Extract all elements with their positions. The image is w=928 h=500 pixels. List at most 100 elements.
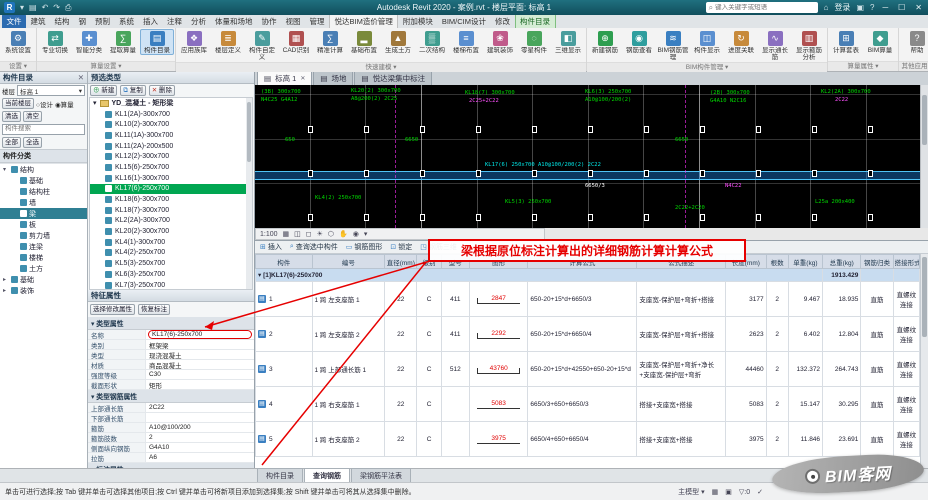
type-item-KL7(3)-250x700[interactable]: KL7(3)-250x700 (90, 280, 252, 290)
new-type-button[interactable]: ⊕ 新建 (90, 85, 117, 96)
ribbon-tool-构件自定义[interactable]: ✎构件自定义 (245, 29, 279, 62)
group-row-label[interactable]: ▾ [1]KL17(6)-250x700 (256, 269, 823, 282)
table-row[interactable]: ▤31 跨 上部通长筋 122C51243760650-20+15*d+4255… (256, 352, 920, 387)
type-item-KL12(2)-300x700[interactable]: KL12(2)-300x700 (90, 151, 252, 162)
property-section-类型钢筋属性[interactable]: ▾ 类型钢筋属性 (88, 390, 254, 403)
query-toolbar-锁定[interactable]: ⊡锁定 (390, 242, 412, 252)
home-icon[interactable]: ⌂ (824, 3, 829, 12)
view-tab-close-icon[interactable]: ✕ (300, 75, 305, 82)
view-control-icon[interactable]: ▦ (283, 230, 290, 238)
help-icon[interactable]: ? (870, 3, 874, 12)
table-row[interactable]: ▤11 跨 左支座筋 122C4112847650-20+15*d+6650/3… (256, 282, 920, 317)
table-row[interactable]: ▤21 跨 左支座筋 222C4112292650-20+15*d+6650/4… (256, 317, 920, 352)
ribbon-tool-钢筋查看[interactable]: ◉钢筋查看 (622, 29, 656, 55)
ribbon-tab-插入[interactable]: 插入 (139, 14, 163, 28)
tree-item-土方[interactable]: 土方 (0, 263, 87, 274)
save-icon[interactable]: ▤ (29, 3, 37, 12)
tree-item-基础[interactable]: 基础 (0, 175, 87, 186)
column-header-钢筋归类[interactable]: 钢筋归类 (861, 255, 893, 269)
property-value-箍筋肢数[interactable]: 2 (146, 434, 254, 441)
query-toolbar-插入[interactable]: ⊞插入 (260, 242, 282, 252)
ribbon-group-label[interactable]: 算量属性 ▾ (828, 61, 898, 71)
status-icon[interactable]: ▣ (725, 488, 732, 496)
property-value-侧面纵向钢筋[interactable]: G4A10 (146, 444, 254, 451)
ribbon-tab-体量和场地[interactable]: 体量和场地 (211, 14, 258, 28)
ribbon-tool-三维显示[interactable]: ◧三维显示 (551, 29, 585, 55)
rebar-table-scrollbar[interactable] (920, 254, 928, 468)
tree-expand-icon[interactable]: ▾ (3, 166, 9, 173)
view-control-icon[interactable]: ☀ (317, 230, 323, 238)
table-row[interactable]: ▤51 跨 右支座筋 222C39756650/4+650+6650/4搭接+支… (256, 422, 920, 457)
clear-selection-button[interactable]: 清选 (2, 111, 21, 122)
ribbon-group-label[interactable]: 其他应用 ▾ (899, 61, 928, 71)
view-tab-场地[interactable]: ▤场地 (313, 70, 353, 85)
status-icon[interactable]: ▦ (712, 488, 719, 496)
component-search-input[interactable] (3, 125, 84, 132)
revit-logo-icon[interactable]: R (4, 2, 15, 13)
ribbon-tab-系统[interactable]: 系统 (115, 14, 139, 28)
apps-store-icon[interactable]: ▣ (856, 3, 864, 12)
ribbon-tool-生成土方[interactable]: ▲生成土方 (381, 29, 415, 55)
ribbon-tool-专业切换[interactable]: ⇄专业切换 (38, 29, 72, 55)
view-control-icon[interactable]: ✋ (339, 230, 348, 238)
ribbon-group-label[interactable]: BIM构件管理 ▾ (587, 62, 827, 72)
column-header-总重(kg)[interactable]: 总重(kg) (823, 255, 861, 269)
type-item-KL11(1A)-300x700[interactable]: KL11(1A)-300x700 (90, 130, 252, 141)
current-level-button[interactable]: 当前楼层 (2, 98, 34, 109)
property-section-类型属性[interactable]: ▾ 类型属性 (88, 317, 254, 330)
ribbon-group-label[interactable]: 算量设置 ▾ (37, 61, 175, 71)
help-search-box[interactable]: ⌕ (706, 2, 818, 13)
property-value-拉筋[interactable]: A6 (146, 454, 254, 461)
column-header-构件[interactable]: 构件 (256, 255, 313, 269)
tree-item-连梁[interactable]: 连梁 (0, 241, 87, 252)
view-control-icon[interactable]: 1:100 (260, 231, 278, 238)
property-value-箍筋[interactable]: A10@100/200 (146, 424, 254, 431)
type-list-scrollbar[interactable] (246, 98, 252, 289)
ribbon-tab-BIM/CIM设计[interactable]: BIM/CIM设计 (437, 14, 490, 28)
ribbon-tool-构件显示[interactable]: ◫构件显示 (690, 29, 724, 55)
property-value-名称[interactable]: KL17(6)-250x700 (148, 330, 252, 339)
ribbon-tool-零星构件[interactable]: ◌零星构件 (517, 29, 551, 55)
restore-annotation-button[interactable]: 恢复标注 (138, 304, 170, 315)
ribbon-group-label[interactable]: 快速建模 ▾ (176, 62, 586, 72)
type-item-KL20(2)-300x700[interactable]: KL20(2)-300x700 (90, 226, 252, 237)
type-item-KL15(6)-250x700[interactable]: KL15(6)-250x700 (90, 162, 252, 173)
ribbon-group-label[interactable]: 设置 ▾ (0, 61, 36, 71)
status-icon[interactable]: ▽:0 (739, 488, 750, 496)
type-item-KL17(6)-250x700[interactable]: KL17(6)-250x700 (90, 184, 252, 195)
tree-item-基础[interactable]: ▸基础 (0, 274, 87, 285)
close-button[interactable]: ✕ (913, 3, 924, 12)
type-item-KL18(6)-300x700[interactable]: KL18(6)-300x700 (90, 194, 252, 205)
tree-item-梁[interactable]: 梁 (0, 208, 87, 219)
design-radio[interactable]: ○设计 (36, 99, 53, 109)
tree-item-装饰[interactable]: ▸装饰 (0, 285, 87, 296)
tree-item-板[interactable]: 板 (0, 219, 87, 230)
column-header-单重(kg)[interactable]: 单重(kg) (788, 255, 822, 269)
quantity-radio[interactable]: ◉算量 (55, 99, 74, 109)
component-search-box[interactable] (2, 124, 85, 135)
ribbon-tool-显示箍筋分析[interactable]: ▥显示箍筋分析 (792, 29, 826, 62)
level-select[interactable]: 标高 1 ▾ (17, 85, 85, 96)
ribbon-tab-预制[interactable]: 预制 (91, 14, 115, 28)
view-control-icon[interactable]: ◻ (306, 230, 312, 238)
maximize-button[interactable]: ☐ (896, 3, 907, 12)
column-header-直径(mm)[interactable]: 直径(mm) (385, 255, 417, 269)
query-toolbar-查询选中构件[interactable]: ⌕查询选中构件 (290, 242, 338, 252)
column-header-编号[interactable]: 编号 (312, 255, 385, 269)
ribbon-tool-智能分类[interactable]: ✚智能分类 (72, 29, 106, 55)
ribbon-tool-提取算量[interactable]: ∑提取算量 (106, 29, 140, 55)
print-icon[interactable]: ⎙ (65, 3, 71, 13)
status-icon[interactable]: 主模型 ▾ (678, 487, 704, 497)
ribbon-tab-视图[interactable]: 视图 (281, 14, 305, 28)
property-value-类型[interactable]: 现浇混凝土 (146, 350, 254, 360)
ribbon-tool-楼层定义[interactable]: ≣楼层定义 (211, 29, 245, 55)
redo-icon[interactable]: ↷ (53, 3, 60, 12)
panel-close-icon[interactable]: ✕ (78, 73, 84, 82)
modify-properties-button[interactable]: 选择修改属性 (90, 304, 135, 315)
tree-item-结构柱[interactable]: 结构柱 (0, 186, 87, 197)
view-control-icon[interactable]: ◉ (353, 230, 359, 238)
select-all-button[interactable]: 全选 (23, 137, 42, 148)
view-tab-标高 1[interactable]: ▤标高 1✕ (257, 70, 312, 85)
docked-tab-查询钢筋[interactable]: 查询钢筋 (304, 468, 350, 482)
ribbon-tab-协作[interactable]: 协作 (257, 14, 281, 28)
